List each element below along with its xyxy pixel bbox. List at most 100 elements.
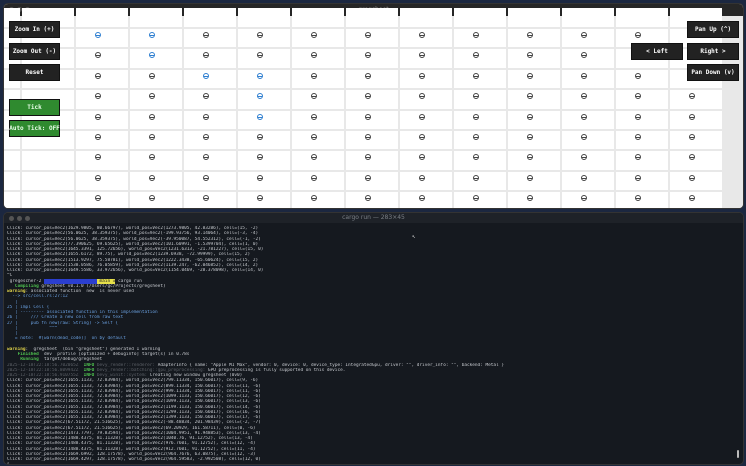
grid-cell[interactable] (453, 7, 506, 27)
grid-cell[interactable] (291, 150, 344, 170)
grid-cell[interactable] (129, 69, 182, 88)
grid-cell[interactable] (237, 110, 290, 129)
grid-cell[interactable] (615, 171, 668, 190)
grid-cell[interactable] (345, 150, 398, 170)
grid-cell[interactable] (291, 89, 344, 109)
grid-cell[interactable] (75, 191, 128, 208)
grid-cell[interactable] (129, 89, 182, 109)
reset-button[interactable]: Reset (9, 64, 60, 81)
grid-cell[interactable] (561, 69, 614, 88)
grid-cell[interactable] (291, 28, 344, 47)
grid-cell[interactable] (345, 69, 398, 88)
grid-cell[interactable] (615, 191, 668, 208)
grid-cell[interactable] (183, 150, 236, 170)
grid-cell[interactable] (183, 130, 236, 149)
grid-cell[interactable] (345, 130, 398, 149)
grid-cell[interactable] (345, 89, 398, 109)
grid-cell[interactable] (399, 150, 452, 170)
grid-cell[interactable] (561, 7, 614, 27)
grid-cell[interactable] (129, 48, 182, 68)
pan-left-button[interactable]: < Left (631, 43, 683, 60)
minimize-icon[interactable] (17, 216, 22, 221)
grid-cell[interactable] (183, 7, 236, 27)
grid-cell[interactable] (453, 28, 506, 47)
grid-cell[interactable] (183, 110, 236, 129)
grid-cell[interactable] (453, 48, 506, 68)
grid-cell[interactable] (237, 130, 290, 149)
grid-cell[interactable] (399, 110, 452, 129)
grid-cell[interactable] (345, 28, 398, 47)
grid-cell[interactable] (561, 150, 614, 170)
grid-cell[interactable] (237, 171, 290, 190)
grid-cell[interactable] (507, 28, 560, 47)
grid-cell[interactable] (669, 110, 722, 129)
zoom-in-button[interactable]: Zoom In (+) (9, 21, 60, 38)
grid-cell[interactable] (399, 48, 452, 68)
close-icon[interactable] (9, 216, 14, 221)
grid-cell[interactable] (237, 89, 290, 109)
window-controls[interactable] (9, 216, 30, 221)
grid-cell[interactable] (507, 69, 560, 88)
grid-cell[interactable] (561, 89, 614, 109)
grid-cell[interactable] (453, 150, 506, 170)
grid-cell[interactable] (615, 7, 668, 27)
grid-cell[interactable] (75, 89, 128, 109)
grid-cell[interactable] (453, 110, 506, 129)
grid-cell[interactable] (21, 171, 74, 190)
grid-cell[interactable] (507, 171, 560, 190)
grid-cell[interactable] (291, 110, 344, 129)
grid-cell[interactable] (507, 89, 560, 109)
grid-cell[interactable] (507, 110, 560, 129)
grid-cell[interactable] (669, 171, 722, 190)
grid-cell[interactable] (453, 191, 506, 208)
grid-cell[interactable] (399, 171, 452, 190)
grid-cell[interactable] (561, 110, 614, 129)
grid-cell[interactable] (615, 89, 668, 109)
grid-cell[interactable] (399, 7, 452, 27)
grid-cell[interactable] (507, 191, 560, 208)
grid-cell[interactable] (129, 130, 182, 149)
terminal-output[interactable]: Click: cursor_pos=Vec2(1629.9805, 80.667… (7, 226, 735, 464)
grid-cell[interactable] (507, 150, 560, 170)
grid-cell[interactable] (129, 191, 182, 208)
grid-cell[interactable] (615, 69, 668, 88)
grid-cell[interactable] (237, 191, 290, 208)
pan-up-button[interactable]: Pan Up (^) (687, 21, 739, 38)
grid-cell[interactable] (4, 150, 20, 170)
grid-cell[interactable] (129, 7, 182, 27)
maximize-icon[interactable] (25, 216, 30, 221)
grid-cell[interactable] (561, 48, 614, 68)
grid-cell[interactable] (291, 7, 344, 27)
zoom-out-button[interactable]: Zoom Out (-) (9, 43, 60, 60)
grid-cell[interactable] (561, 171, 614, 190)
grid-cell[interactable] (561, 28, 614, 47)
grid-cell[interactable] (615, 150, 668, 170)
grid-cell[interactable] (399, 89, 452, 109)
grid-cell[interactable] (291, 130, 344, 149)
grid-cell[interactable] (669, 130, 722, 149)
grid-cell[interactable] (75, 130, 128, 149)
grid-cell[interactable] (75, 69, 128, 88)
grid-cell[interactable] (183, 191, 236, 208)
grid-cell[interactable] (75, 7, 128, 27)
grid-cell[interactable] (75, 28, 128, 47)
terminal-scrollbar[interactable] (737, 233, 740, 458)
grid-cell[interactable] (345, 48, 398, 68)
grid-cell[interactable] (129, 150, 182, 170)
grid-cell[interactable] (561, 130, 614, 149)
grid-cell[interactable] (669, 89, 722, 109)
grid-cell[interactable] (345, 7, 398, 27)
grid-cell[interactable] (237, 48, 290, 68)
grid-cell[interactable] (669, 191, 722, 208)
grid-cell[interactable] (291, 69, 344, 88)
grid-cell[interactable] (237, 7, 290, 27)
tick-button[interactable]: Tick (9, 99, 60, 116)
grid-cell[interactable] (291, 191, 344, 208)
grid-cell[interactable] (75, 110, 128, 129)
grid-cell[interactable] (507, 7, 560, 27)
grid-cell[interactable] (291, 171, 344, 190)
grid-cell[interactable] (129, 110, 182, 129)
grid-cell[interactable] (399, 191, 452, 208)
grid-cell[interactable] (237, 69, 290, 88)
grid-cell[interactable] (75, 171, 128, 190)
